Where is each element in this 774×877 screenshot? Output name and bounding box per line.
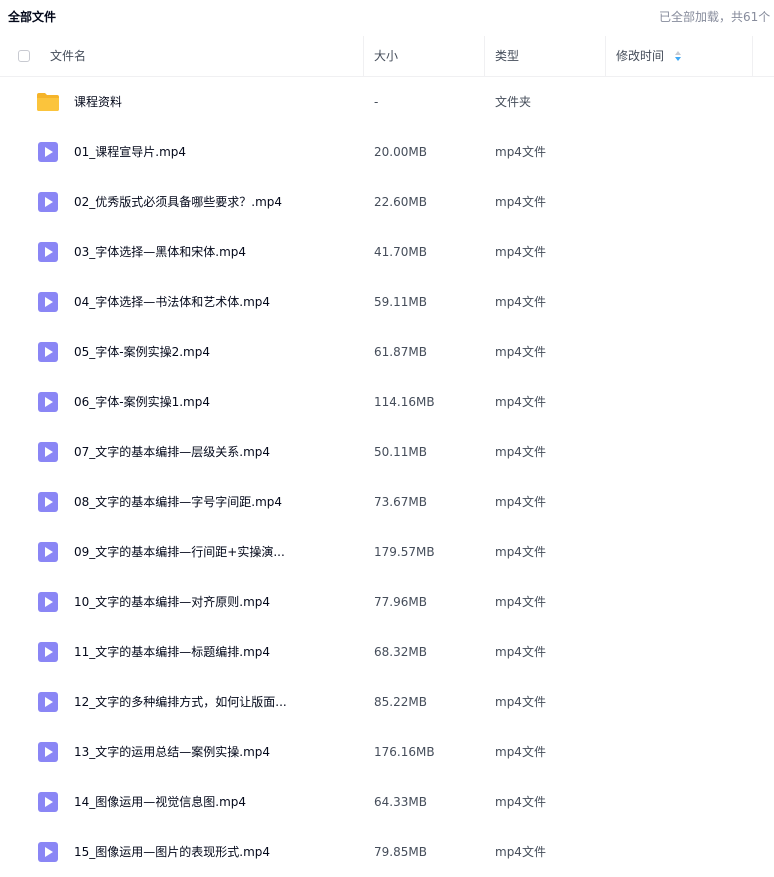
file-size: 77.96MB: [374, 595, 427, 609]
table-header: 文件名 大小 类型 修改时间: [0, 36, 774, 77]
video-file-icon: [38, 292, 58, 312]
file-size: 85.22MB: [374, 695, 427, 709]
file-type: mp4文件: [495, 245, 546, 259]
file-name[interactable]: 09_文字的基本编排—行间距+实操演...: [74, 527, 285, 577]
file-row[interactable]: 02_优秀版式必须具备哪些要求？.mp4 22.60MB mp4文件: [0, 177, 774, 227]
file-row[interactable]: 13_文字的运用总结—案例实操.mp4 176.16MB mp4文件: [0, 727, 774, 777]
file-row[interactable]: 07_文字的基本编排—层级关系.mp4 50.11MB mp4文件: [0, 427, 774, 477]
video-file-icon: [38, 442, 58, 462]
video-file-icon: [38, 392, 58, 412]
file-name[interactable]: 12_文字的多种编排方式，如何让版面...: [74, 677, 287, 727]
file-size: 176.16MB: [374, 745, 435, 759]
file-row[interactable]: 04_字体选择—书法体和艺术体.mp4 59.11MB mp4文件: [0, 277, 774, 327]
file-name[interactable]: 11_文字的基本编排—标题编排.mp4: [74, 627, 270, 677]
file-row[interactable]: 10_文字的基本编排—对齐原则.mp4 77.96MB mp4文件: [0, 577, 774, 627]
file-size: 73.67MB: [374, 495, 427, 509]
video-file-icon: [38, 692, 58, 712]
file-name[interactable]: 课程资料: [74, 77, 122, 127]
file-name[interactable]: 14_图像运用—视觉信息图.mp4: [74, 777, 246, 827]
column-header-size[interactable]: 大小: [374, 36, 398, 76]
loaded-status: 已全部加载，共61个: [659, 10, 771, 24]
file-size: 179.57MB: [374, 545, 435, 559]
file-row[interactable]: 15_图像运用—图片的表现形式.mp4 79.85MB mp4文件: [0, 827, 774, 877]
file-name[interactable]: 06_字体-案例实操1.mp4: [74, 377, 210, 427]
file-type: mp4文件: [495, 645, 546, 659]
file-name[interactable]: 04_字体选择—书法体和艺术体.mp4: [74, 277, 270, 327]
video-file-icon: [38, 492, 58, 512]
video-file-icon: [38, 192, 58, 212]
column-header-modified[interactable]: 修改时间: [616, 36, 664, 76]
sort-icon[interactable]: [674, 50, 682, 62]
file-size: 114.16MB: [374, 395, 435, 409]
video-file-icon: [38, 342, 58, 362]
file-name[interactable]: 02_优秀版式必须具备哪些要求？.mp4: [74, 177, 282, 227]
file-type: mp4文件: [495, 745, 546, 759]
file-name[interactable]: 07_文字的基本编排—层级关系.mp4: [74, 427, 270, 477]
file-row[interactable]: 08_文字的基本编排—字号字间距.mp4 73.67MB mp4文件: [0, 477, 774, 527]
file-type: mp4文件: [495, 195, 546, 209]
file-type: mp4文件: [495, 545, 546, 559]
video-file-icon: [38, 142, 58, 162]
video-file-icon: [38, 592, 58, 612]
file-type: mp4文件: [495, 695, 546, 709]
select-all-checkbox[interactable]: [18, 50, 30, 62]
file-row[interactable]: 14_图像运用—视觉信息图.mp4 64.33MB mp4文件: [0, 777, 774, 827]
column-divider[interactable]: [363, 36, 364, 76]
video-file-icon: [38, 842, 58, 862]
column-divider[interactable]: [605, 36, 606, 76]
file-row[interactable]: 课程资料 - 文件夹: [0, 77, 774, 127]
file-name[interactable]: 03_字体选择—黑体和宋体.mp4: [74, 227, 246, 277]
file-type: mp4文件: [495, 445, 546, 459]
video-file-icon: [38, 542, 58, 562]
column-header-type[interactable]: 类型: [495, 36, 519, 76]
file-type: mp4文件: [495, 345, 546, 359]
file-size: 59.11MB: [374, 295, 427, 309]
column-divider[interactable]: [752, 36, 753, 76]
file-row[interactable]: 11_文字的基本编排—标题编排.mp4 68.32MB mp4文件: [0, 627, 774, 677]
file-size: 79.85MB: [374, 845, 427, 859]
file-name[interactable]: 05_字体-案例实操2.mp4: [74, 327, 210, 377]
column-divider[interactable]: [484, 36, 485, 76]
file-type: mp4文件: [495, 295, 546, 309]
column-header-name[interactable]: 文件名: [50, 36, 86, 76]
file-row[interactable]: 01_课程宣导片.mp4 20.00MB mp4文件: [0, 127, 774, 177]
file-row[interactable]: 05_字体-案例实操2.mp4 61.87MB mp4文件: [0, 327, 774, 377]
file-row[interactable]: 03_字体选择—黑体和宋体.mp4 41.70MB mp4文件: [0, 227, 774, 277]
file-size: 50.11MB: [374, 445, 427, 459]
video-file-icon: [38, 742, 58, 762]
file-size: 41.70MB: [374, 245, 427, 259]
video-file-icon: [38, 642, 58, 662]
file-size: 22.60MB: [374, 195, 427, 209]
file-type: mp4文件: [495, 495, 546, 509]
video-file-icon: [38, 242, 58, 262]
file-size: -: [374, 95, 379, 109]
top-bar: 全部文件 已全部加载，共61个: [0, 0, 774, 32]
file-size: 61.87MB: [374, 345, 427, 359]
folder-icon: [37, 93, 59, 111]
file-name[interactable]: 01_课程宣导片.mp4: [74, 127, 186, 177]
file-name[interactable]: 13_文字的运用总结—案例实操.mp4: [74, 727, 270, 777]
file-type: 文件夹: [495, 95, 532, 109]
file-name[interactable]: 08_文字的基本编排—字号字间距.mp4: [74, 477, 282, 527]
file-name[interactable]: 10_文字的基本编排—对齐原则.mp4: [74, 577, 270, 627]
file-size: 64.33MB: [374, 795, 427, 809]
file-row[interactable]: 06_字体-案例实操1.mp4 114.16MB mp4文件: [0, 377, 774, 427]
file-type: mp4文件: [495, 845, 546, 859]
breadcrumb[interactable]: 全部文件: [8, 8, 56, 25]
file-type: mp4文件: [495, 595, 546, 609]
video-file-icon: [38, 792, 58, 812]
file-type: mp4文件: [495, 145, 546, 159]
file-type: mp4文件: [495, 395, 546, 409]
file-row[interactable]: 09_文字的基本编排—行间距+实操演... 179.57MB mp4文件: [0, 527, 774, 577]
file-name[interactable]: 15_图像运用—图片的表现形式.mp4: [74, 827, 270, 877]
file-row[interactable]: 12_文字的多种编排方式，如何让版面... 85.22MB mp4文件: [0, 677, 774, 727]
file-size: 20.00MB: [374, 145, 427, 159]
file-type: mp4文件: [495, 795, 546, 809]
file-size: 68.32MB: [374, 645, 427, 659]
